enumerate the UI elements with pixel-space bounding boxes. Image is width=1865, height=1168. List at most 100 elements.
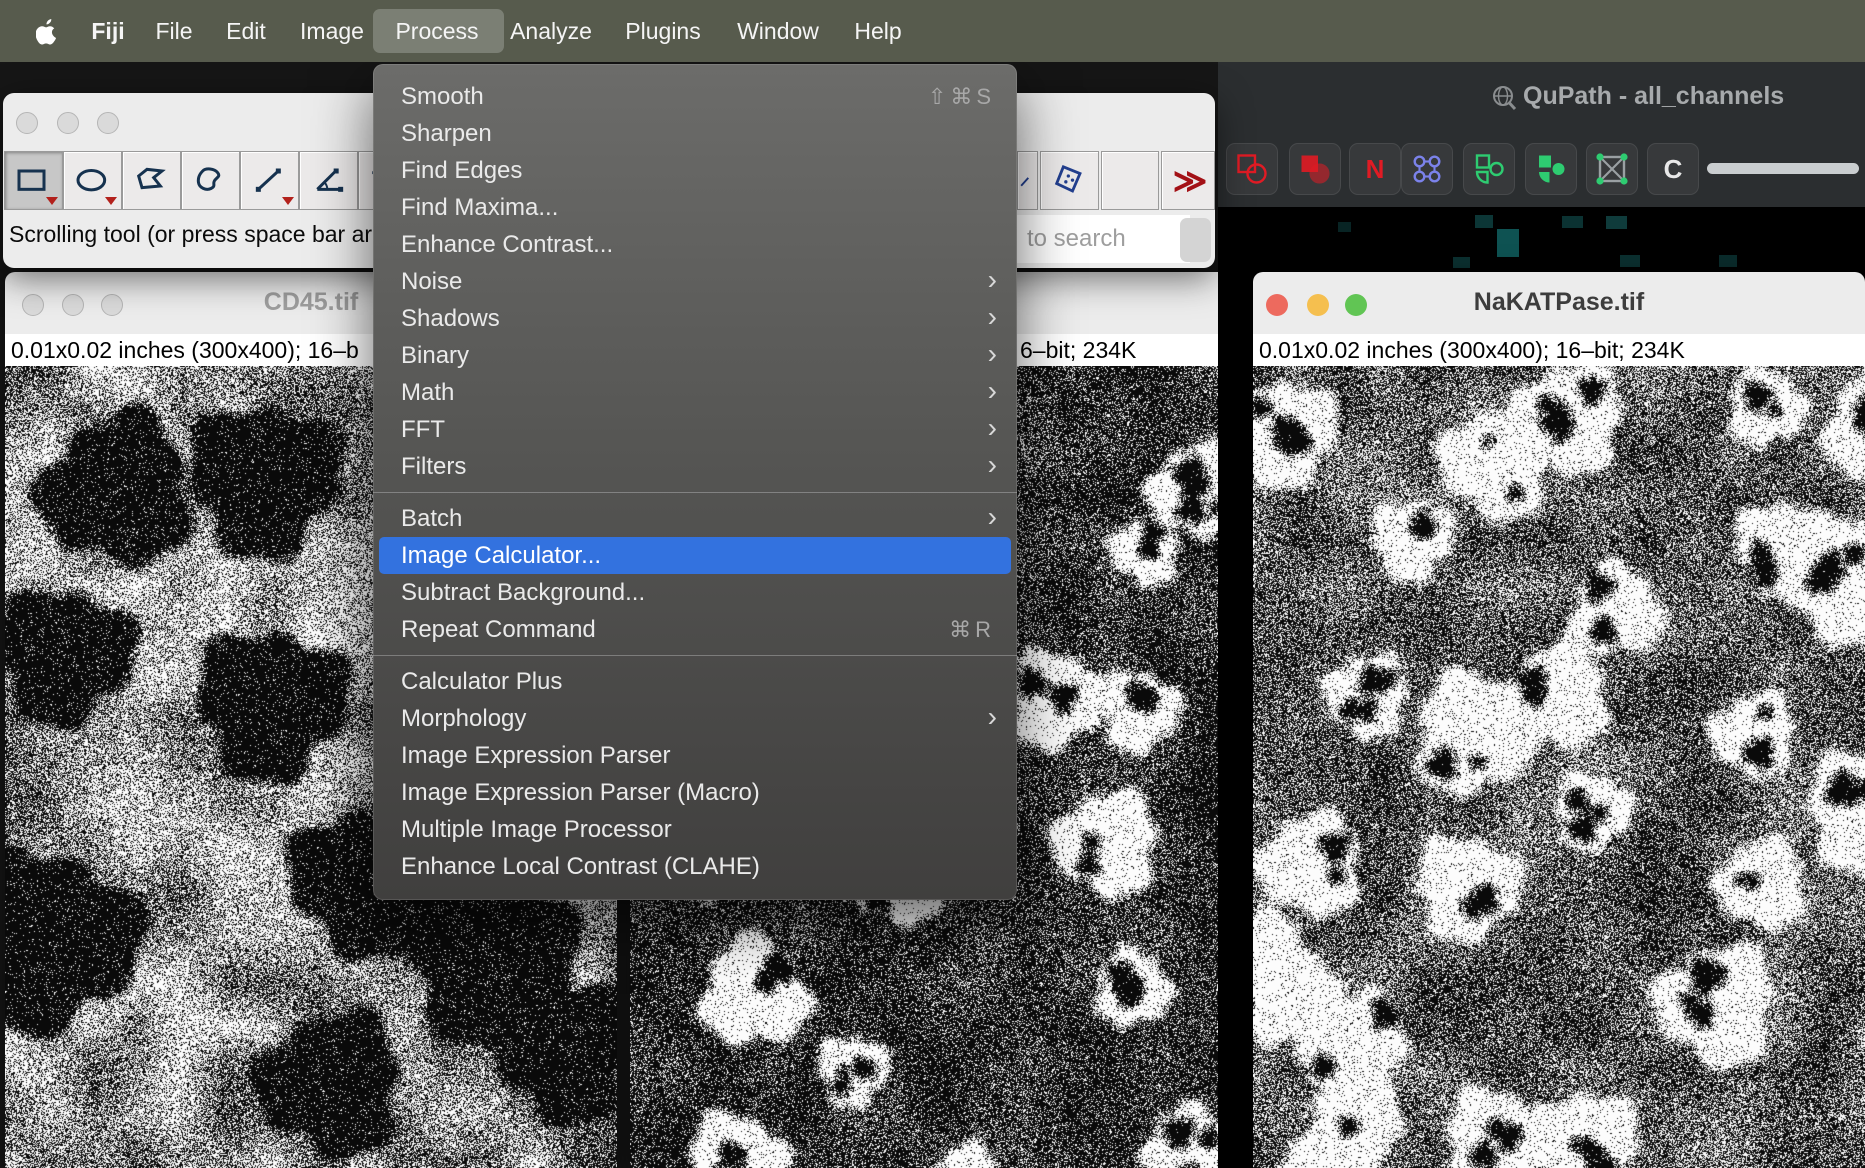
bucket-tool-icon bbox=[1050, 161, 1090, 201]
freehand-tool-button[interactable] bbox=[181, 151, 240, 210]
menu-item-calculator-plus[interactable]: Calculator Plus bbox=[373, 663, 1017, 700]
menu-item-label: Enhance Local Contrast (CLAHE) bbox=[401, 853, 760, 881]
menu-item-filters[interactable]: Filters› bbox=[373, 448, 1017, 485]
bucket-tool-button[interactable] bbox=[1040, 151, 1099, 210]
menu-item-morphology[interactable]: Morphology› bbox=[373, 700, 1017, 737]
menu-item-label: Repeat Command bbox=[401, 616, 596, 644]
wand-partial-tool-button[interactable] bbox=[1017, 151, 1038, 210]
oval-tool-button[interactable] bbox=[63, 151, 122, 210]
annotation-shapes-filled-red-button[interactable] bbox=[1289, 143, 1341, 195]
viewer-tile-mark bbox=[1562, 216, 1583, 228]
search-corner-button[interactable] bbox=[1180, 218, 1211, 262]
menu-bar-item-window[interactable]: Window bbox=[737, 0, 819, 62]
menu-bar-item-process[interactable]: Process bbox=[395, 0, 478, 62]
menu-item-smooth[interactable]: Smooth ⇧⌘S bbox=[373, 78, 1017, 115]
nakatpase-titlebar[interactable]: NaKATPase.tif bbox=[1253, 272, 1865, 334]
menu-item-batch[interactable]: Batch› bbox=[373, 500, 1017, 537]
menu-item-label: Smooth bbox=[401, 83, 484, 111]
menu-item-enhance-local-contrast-clahe[interactable]: Enhance Local Contrast (CLAHE) bbox=[373, 848, 1017, 885]
close-button[interactable] bbox=[16, 112, 38, 134]
overflow-tool-button[interactable]: ≫ bbox=[1161, 151, 1215, 210]
menu-item-label: Shadows bbox=[401, 305, 500, 333]
menu-item-subtract-background[interactable]: Subtract Background... bbox=[373, 574, 1017, 611]
nakatpase-infobar: 0.01x0.02 inches (300x400); 16–bit; 234K bbox=[1253, 334, 1865, 366]
angle-tool-icon bbox=[309, 161, 349, 201]
viewer-tile-mark bbox=[1606, 216, 1627, 229]
menu-item-find-edges[interactable]: Find Edges bbox=[373, 152, 1017, 189]
detection-shapes-filled-green-icon bbox=[1533, 151, 1569, 187]
menu-item-label: Noise bbox=[401, 268, 462, 296]
submenu-chevron-icon: › bbox=[988, 412, 997, 444]
tool-dropdown-triangle-icon bbox=[105, 197, 117, 205]
menu-item-image-expression-parser-macro[interactable]: Image Expression Parser (Macro) bbox=[373, 774, 1017, 811]
menu-item-shortcut: ⇧⌘S bbox=[928, 84, 995, 110]
menu-item-math[interactable]: Math› bbox=[373, 374, 1017, 411]
menu-item-shadows[interactable]: Shadows › bbox=[373, 300, 1017, 337]
menu-item-repeat-command[interactable]: Repeat Command ⌘R bbox=[373, 611, 1017, 648]
menu-item-label: Image Expression Parser bbox=[401, 742, 670, 770]
menu-bar-item-file[interactable]: File bbox=[155, 0, 192, 62]
polygon-tool-button[interactable] bbox=[122, 151, 181, 210]
letter-c-tool-icon: C bbox=[1664, 154, 1683, 185]
viewer-tile-mark bbox=[1475, 215, 1493, 228]
zoom-button[interactable] bbox=[97, 112, 119, 134]
viewer-tile-mark bbox=[1497, 229, 1519, 257]
letter-n-tool-button[interactable]: N bbox=[1349, 143, 1401, 195]
menu-separator bbox=[373, 492, 1017, 493]
qupath-logo-icon bbox=[1490, 84, 1518, 112]
spatial-graph-tool-button[interactable] bbox=[1586, 143, 1638, 195]
annotation-shapes-outline-red-icon bbox=[1234, 151, 1270, 187]
image-info-text: 0.01x0.02 inches (300x400); 16–b bbox=[11, 337, 359, 364]
annotation-shapes-outline-red-button[interactable] bbox=[1226, 143, 1278, 195]
spatial-graph-tool-icon bbox=[1594, 151, 1630, 187]
line-tool-button[interactable] bbox=[240, 151, 299, 210]
menu-item-label: Binary bbox=[401, 342, 469, 370]
qupath-window-title: QuPath - all_channels bbox=[1523, 82, 1784, 111]
menu-item-label: Find Maxima... bbox=[401, 194, 558, 222]
menu-item-enhance-contrast[interactable]: Enhance Contrast... bbox=[373, 226, 1017, 263]
menu-item-label: Calculator Plus bbox=[401, 668, 562, 696]
rectangle-tool-button[interactable] bbox=[4, 151, 63, 210]
angle-tool-button[interactable] bbox=[299, 151, 358, 210]
process-dropdown-menu: Smooth ⇧⌘S Sharpen Find Edges Find Maxima...… bbox=[373, 64, 1017, 900]
submenu-chevron-icon: › bbox=[988, 301, 997, 333]
menu-item-image-calculator[interactable]: Image Calculator... bbox=[379, 537, 1011, 574]
image-info-text: 6–bit; 234K bbox=[1020, 337, 1136, 364]
menu-item-shortcut: ⌘R bbox=[949, 617, 995, 643]
viewer-tile-mark bbox=[1338, 222, 1351, 232]
apple-logo-icon[interactable] bbox=[36, 19, 58, 45]
wand-partial-tool-icon bbox=[1018, 161, 1037, 201]
submenu-chevron-icon: › bbox=[988, 449, 997, 481]
menu-bar-item-plugins[interactable]: Plugins bbox=[625, 0, 700, 62]
menu-bar-item-image[interactable]: Image bbox=[300, 0, 364, 62]
letter-c-tool-button[interactable]: C bbox=[1647, 143, 1699, 195]
detection-shapes-filled-green-button[interactable] bbox=[1525, 143, 1577, 195]
menu-bar-item-fiji[interactable]: Fiji bbox=[91, 0, 124, 62]
menu-item-fft[interactable]: FFT› bbox=[373, 411, 1017, 448]
annotation-shapes-filled-red-icon bbox=[1297, 151, 1333, 187]
cluster-circles-purple-button[interactable] bbox=[1401, 143, 1453, 195]
detection-shapes-outline-green-button[interactable] bbox=[1463, 143, 1515, 195]
search-input[interactable] bbox=[1015, 215, 1190, 263]
nakatpase-image-canvas[interactable] bbox=[1253, 366, 1865, 1168]
menu-item-multiple-image-processor[interactable]: Multiple Image Processor bbox=[373, 811, 1017, 848]
line-tool-icon bbox=[250, 161, 290, 201]
menu-item-noise[interactable]: Noise› bbox=[373, 263, 1017, 300]
qupath-opacity-slider[interactable] bbox=[1707, 163, 1859, 174]
viewer-tile-mark bbox=[1453, 257, 1470, 268]
tool-dropdown-triangle-icon bbox=[282, 197, 294, 205]
submenu-chevron-icon: › bbox=[988, 375, 997, 407]
menu-item-label: Enhance Contrast... bbox=[401, 231, 613, 259]
menu-bar-item-help[interactable]: Help bbox=[854, 0, 901, 62]
menu-bar-item-edit[interactable]: Edit bbox=[226, 0, 266, 62]
submenu-chevron-icon: › bbox=[988, 701, 997, 733]
menu-item-find-maxima[interactable]: Find Maxima... bbox=[373, 189, 1017, 226]
menu-item-image-expression-parser[interactable]: Image Expression Parser bbox=[373, 737, 1017, 774]
menu-item-binary[interactable]: Binary› bbox=[373, 337, 1017, 374]
minimize-button[interactable] bbox=[57, 112, 79, 134]
menu-item-sharpen[interactable]: Sharpen bbox=[373, 115, 1017, 152]
menu-item-label: Sharpen bbox=[401, 120, 492, 148]
menu-bar-item-analyze[interactable]: Analyze bbox=[510, 0, 592, 62]
viewer-tile-mark bbox=[1620, 255, 1640, 267]
blank-tool-button[interactable] bbox=[1101, 151, 1159, 210]
